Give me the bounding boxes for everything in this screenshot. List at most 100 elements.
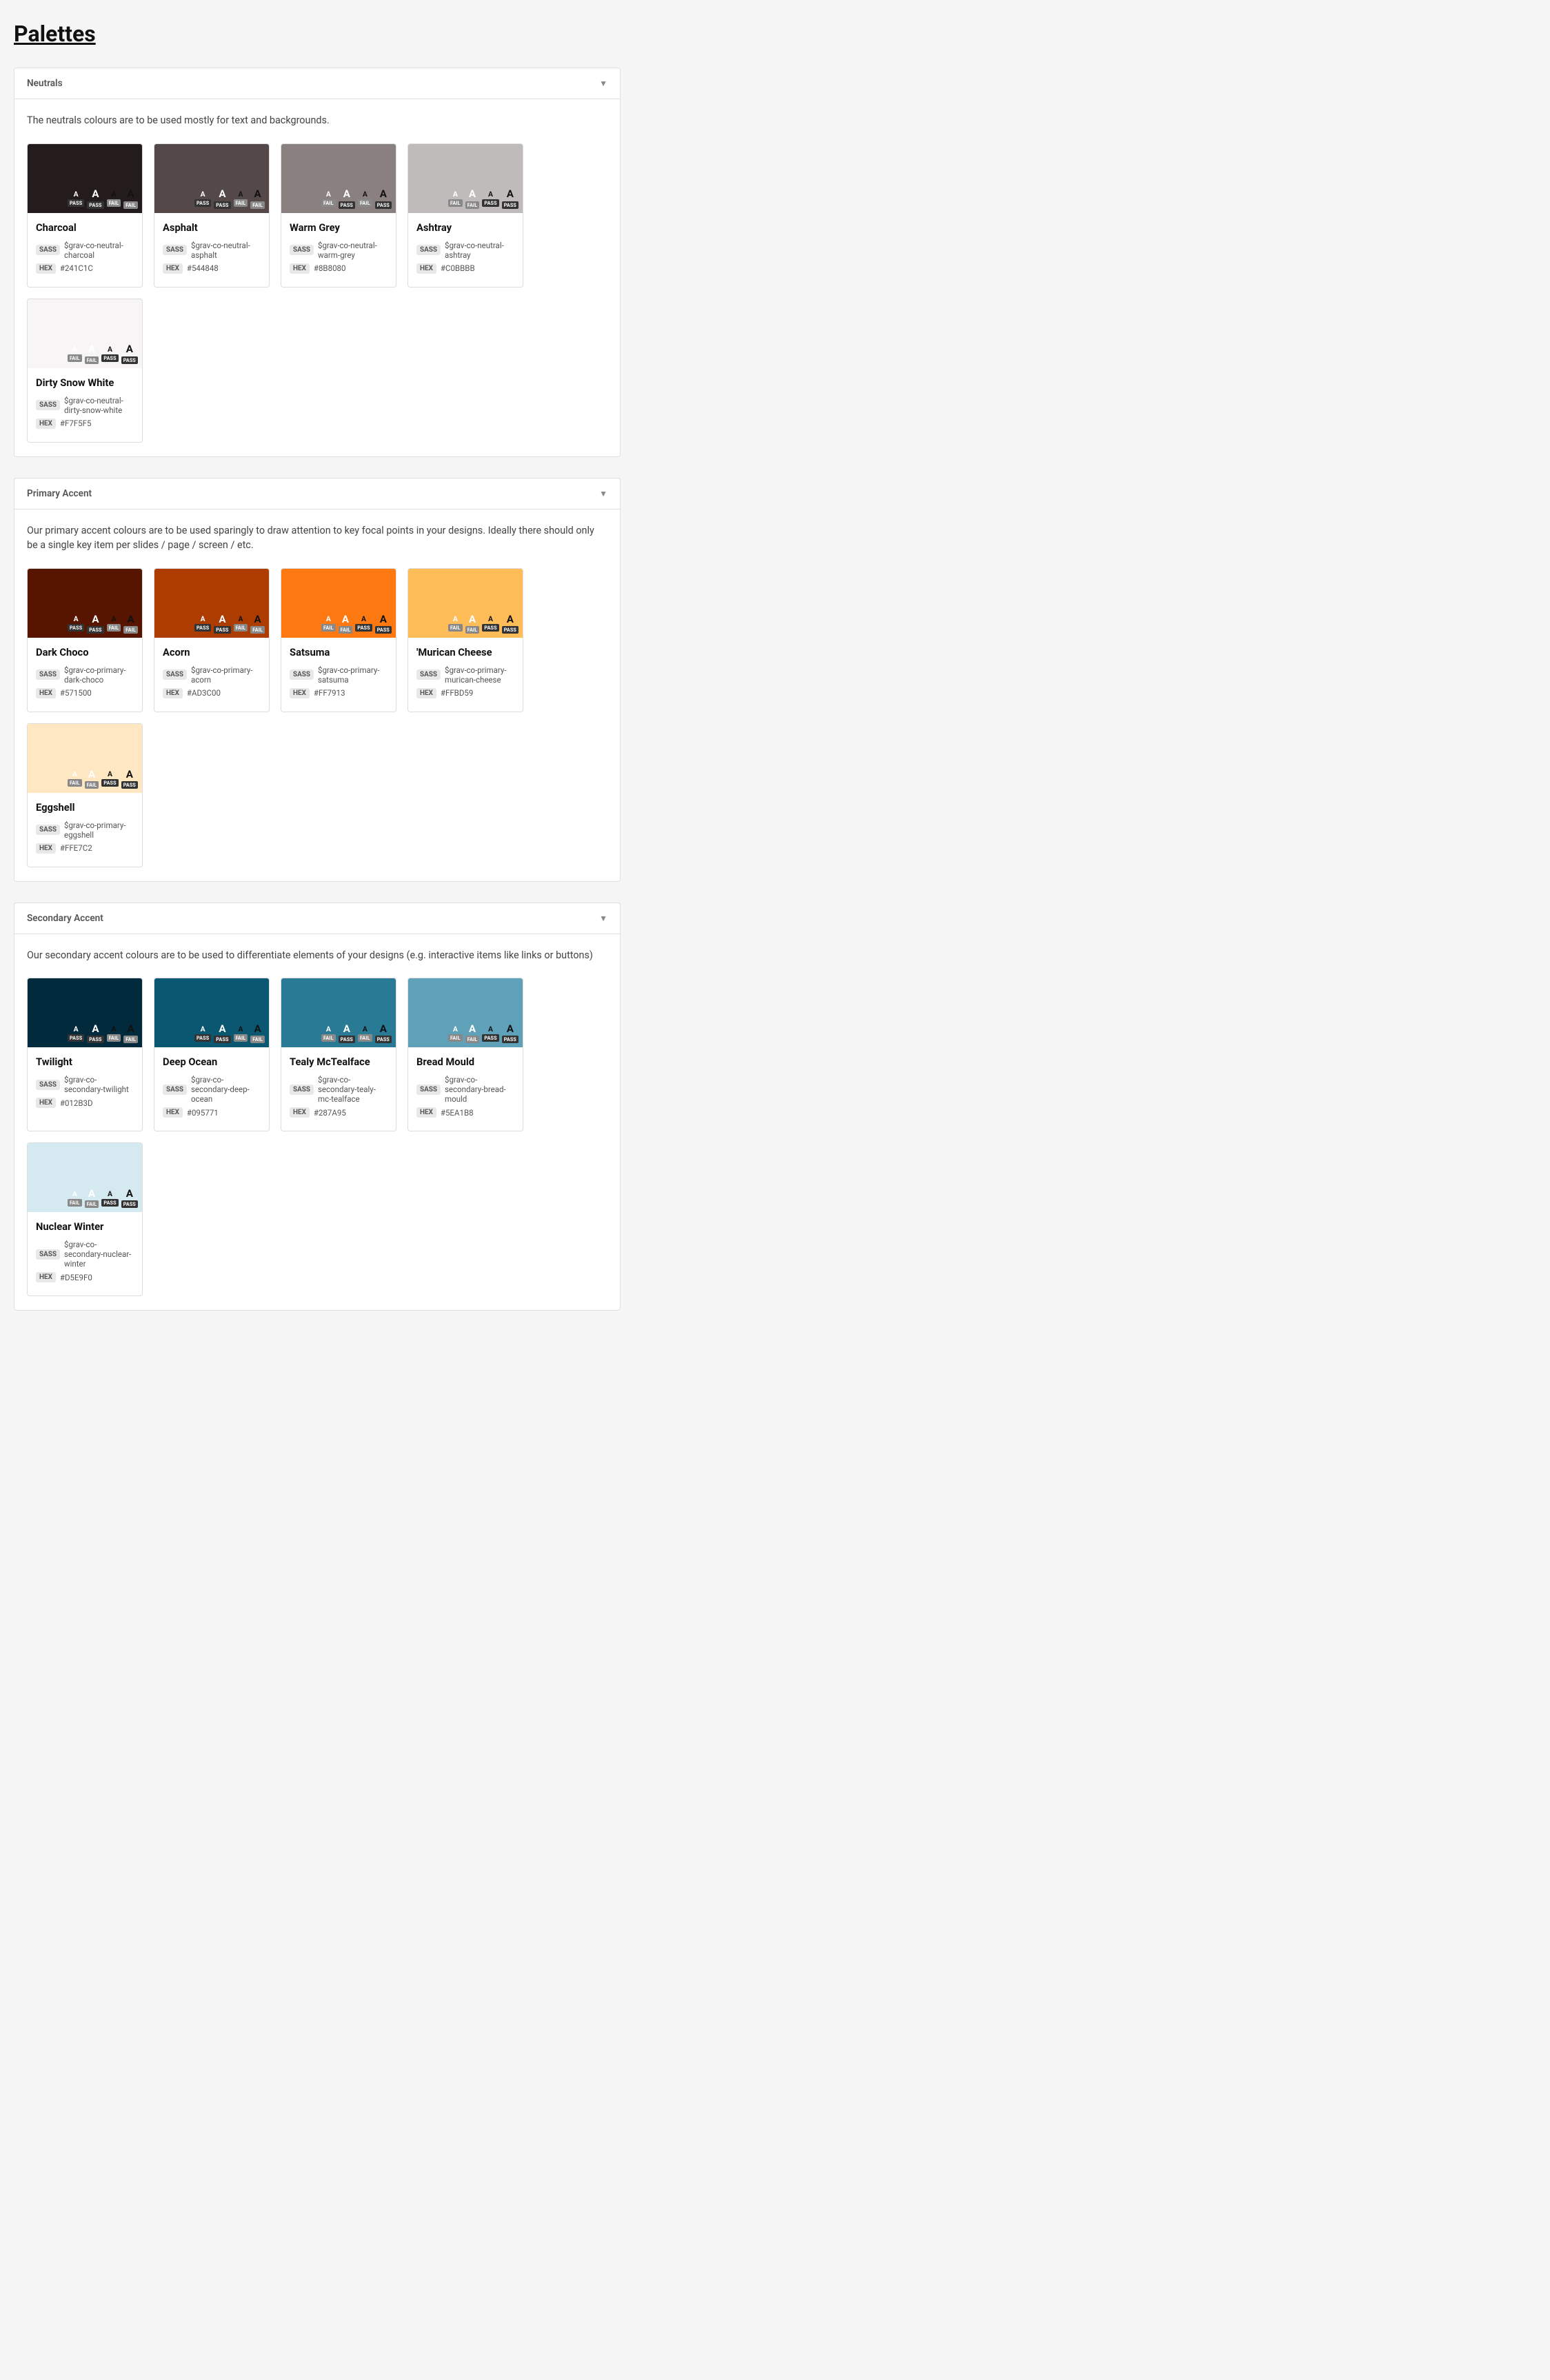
palette-card-dark-choco: A PASS A PASS A FAIL A FAIL	[27, 568, 143, 712]
color-swatch: A FAIL A FAIL A PASS A PASS	[281, 569, 396, 638]
sass-meta: SASS $grav-co-neutral-ashtray	[416, 241, 514, 260]
hex-meta: HEX #241C1C	[36, 263, 134, 274]
hex-meta: HEX #FFE7C2	[36, 843, 134, 854]
acc-large-white: A PASS	[339, 189, 355, 208]
accessibility-row: A FAIL A PASS A FAIL A PASS	[281, 189, 396, 208]
section-arrow-neutrals: ▼	[599, 79, 607, 88]
hex-meta: HEX #8B8080	[290, 263, 388, 274]
hex-value: #FFBD59	[441, 688, 474, 698]
color-name: Charcoal	[36, 221, 134, 234]
sass-meta: SASS $grav-co-secondary-tealy-mc-tealfac…	[290, 1075, 388, 1104]
hex-value: #D5E9F0	[60, 1273, 92, 1282]
acc-small-white: A FAIL	[321, 1026, 336, 1042]
sass-value: $grav-co-neutral-charcoal	[64, 241, 134, 260]
hex-label: HEX	[36, 688, 56, 698]
acc-large-white: A PASS	[87, 1024, 103, 1043]
hex-label: HEX	[36, 263, 56, 274]
sass-meta: SASS $grav-co-secondary-nuclear-winter	[36, 1240, 134, 1269]
color-name: Twilight	[36, 1056, 134, 1068]
hex-meta: HEX #095771	[163, 1107, 261, 1118]
acc-large-black: A FAIL	[123, 1024, 138, 1043]
acc-large-black: A PASS	[502, 1024, 519, 1043]
acc-small-white: A FAIL	[321, 191, 336, 207]
section-title-neutrals: Neutrals	[27, 78, 63, 89]
color-swatch: A FAIL A FAIL A PASS A PASS	[408, 569, 523, 638]
acc-small-white: A FAIL	[321, 616, 336, 632]
hex-value: #287A95	[314, 1108, 346, 1118]
palette-card-tealy-mctealface: A FAIL A PASS A FAIL A PASS	[281, 978, 396, 1131]
acc-large-black: A PASS	[121, 344, 138, 363]
sass-meta: SASS $grav-co-secondary-deep-ocean	[163, 1075, 261, 1104]
hex-meta: HEX #F7F5F5	[36, 418, 134, 429]
accessibility-row: A FAIL A FAIL A PASS A PASS	[281, 614, 396, 634]
color-swatch: A FAIL A FAIL A PASS A PASS	[28, 724, 142, 793]
palette-card-acorn: A PASS A PASS A FAIL A FAIL	[154, 568, 270, 712]
card-info: Asphalt SASS $grav-co-neutral-asphalt HE…	[154, 213, 269, 287]
acc-small-white: A PASS	[194, 1026, 211, 1042]
sass-label: SASS	[290, 669, 314, 680]
color-name: Bread Mould	[416, 1056, 514, 1068]
hex-label: HEX	[416, 688, 436, 698]
sass-meta: SASS $grav-co-secondary-twilight	[36, 1075, 134, 1094]
section-title-secondary-accent: Secondary Accent	[27, 913, 103, 924]
accessibility-row: A PASS A PASS A FAIL A FAIL	[28, 614, 142, 634]
sass-value: $grav-co-primary-eggshell	[64, 820, 134, 840]
sass-label: SASS	[36, 1249, 60, 1260]
sass-meta: SASS $grav-co-neutral-asphalt	[163, 241, 261, 260]
sass-value: $grav-co-primary-dark-choco	[64, 665, 134, 685]
hex-meta: HEX #FFBD59	[416, 688, 514, 698]
sass-label: SASS	[290, 1085, 314, 1095]
acc-small-white: A PASS	[68, 616, 84, 632]
accessibility-row: A PASS A PASS A FAIL A FAIL	[154, 614, 269, 634]
sass-label: SASS	[36, 400, 60, 410]
acc-small-black: A PASS	[482, 1026, 499, 1042]
hex-value: #012B3D	[60, 1098, 93, 1108]
acc-large-black: A PASS	[375, 614, 392, 634]
hex-value: #241C1C	[60, 263, 93, 273]
acc-large-black: A FAIL	[123, 189, 138, 208]
acc-small-white: A FAIL	[448, 616, 463, 632]
acc-large-white: A FAIL	[85, 769, 99, 789]
color-swatch: A FAIL A FAIL A PASS A PASS	[408, 144, 523, 213]
section-arrow-primary-accent: ▼	[599, 489, 607, 498]
color-swatch: A PASS A PASS A FAIL A FAIL	[154, 144, 269, 213]
section-body-secondary-accent: Our secondary accent colours are to be u…	[14, 934, 620, 1311]
card-info: Ashtray SASS $grav-co-neutral-ashtray HE…	[408, 213, 523, 287]
section-arrow-secondary-accent: ▼	[599, 914, 607, 923]
sass-label: SASS	[163, 669, 187, 680]
acc-large-black: A PASS	[502, 189, 519, 208]
card-info: Bread Mould SASS $grav-co-secondary-brea…	[408, 1047, 523, 1131]
section-header-neutrals[interactable]: Neutrals ▼	[14, 68, 620, 99]
acc-small-black: A PASS	[101, 771, 118, 787]
acc-small-black: A FAIL	[234, 1026, 248, 1042]
color-name: Eggshell	[36, 801, 134, 814]
hex-label: HEX	[36, 1098, 56, 1108]
sass-value: $grav-co-neutral-dirty-snow-white	[64, 396, 134, 415]
hex-value: #5EA1B8	[441, 1108, 474, 1118]
sass-label: SASS	[416, 245, 441, 255]
card-info: Dirty Snow White SASS $grav-co-neutral-d…	[28, 368, 142, 442]
acc-large-black: A PASS	[375, 1024, 392, 1043]
sass-value: $grav-co-secondary-nuclear-winter	[64, 1240, 134, 1269]
accessibility-row: A FAIL A FAIL A PASS A PASS	[408, 1024, 523, 1043]
card-info: Warm Grey SASS $grav-co-neutral-warm-gre…	[281, 213, 396, 287]
acc-large-black: A PASS	[121, 769, 138, 789]
acc-large-white: A FAIL	[85, 1189, 99, 1208]
acc-large-black: A FAIL	[250, 614, 265, 634]
hex-value: #544848	[187, 263, 219, 273]
sass-label: SASS	[36, 1080, 60, 1090]
hex-label: HEX	[36, 1272, 56, 1282]
acc-small-black: A PASS	[355, 616, 372, 632]
acc-small-black: A FAIL	[234, 616, 248, 632]
card-info: Satsuma SASS $grav-co-primary-satsuma HE…	[281, 638, 396, 712]
accessibility-row: A FAIL A FAIL A PASS A PASS	[408, 614, 523, 634]
section-description-primary-accent: Our primary accent colours are to be use…	[27, 523, 607, 553]
sass-value: $grav-co-secondary-twilight	[64, 1075, 134, 1094]
hex-label: HEX	[163, 688, 183, 698]
section-header-secondary-accent[interactable]: Secondary Accent ▼	[14, 903, 620, 934]
section-header-primary-accent[interactable]: Primary Accent ▼	[14, 478, 620, 510]
sass-meta: SASS $grav-co-neutral-dirty-snow-white	[36, 396, 134, 415]
hex-value: #C0BBBB	[441, 263, 475, 273]
card-info: Tealy McTealface SASS $grav-co-secondary…	[281, 1047, 396, 1131]
section-title-primary-accent: Primary Accent	[27, 488, 92, 499]
